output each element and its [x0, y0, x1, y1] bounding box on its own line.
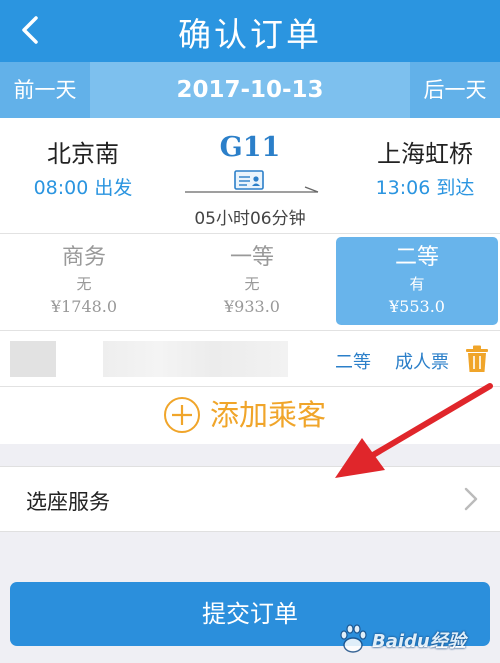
plus-circle-icon	[164, 397, 200, 433]
watermark-text: Baidu经验	[372, 631, 466, 652]
seat-availability: 无	[244, 275, 260, 293]
current-date: 2017-10-13	[90, 62, 410, 118]
seat-availability: 有	[409, 275, 425, 293]
seat-price: ¥933.0	[224, 297, 280, 316]
seat-service-row[interactable]: 选座服务	[0, 466, 500, 532]
redacted-passenger-id	[103, 341, 288, 377]
departure-time: 08:00 出发	[33, 177, 133, 199]
add-passenger-label: 添加乘客	[210, 398, 327, 432]
seat-option-business[interactable]: 商务 无 ¥1748.0	[4, 237, 164, 325]
seat-availability: 无	[76, 275, 92, 293]
seat-price: ¥1748.0	[50, 297, 118, 316]
seat-price: ¥553.0	[389, 297, 445, 316]
seat-service-label: 选座服务	[26, 490, 110, 514]
train-number: G11	[219, 132, 281, 163]
seat-option-second-class[interactable]: 二等 有 ¥553.0	[336, 237, 498, 325]
add-passenger-button[interactable]: 添加乘客	[0, 386, 500, 444]
seat-name: 一等	[229, 245, 274, 270]
date-bar: 前一天 2017-10-13 后一天	[0, 62, 500, 118]
departure-station: 北京南 08:00 出发	[8, 134, 158, 200]
chevron-right-icon	[464, 487, 478, 511]
arrival-station-name: 上海虹桥	[377, 140, 473, 168]
train-info: 北京南 08:00 出发 G11 05小时06分钟 上海虹桥 13:06 到达	[0, 118, 500, 233]
seat-class-selector: 商务 无 ¥1748.0 一等 无 ¥933.0 二等 有 ¥553.0	[0, 233, 500, 330]
trip-duration: 05小时06分钟	[194, 209, 306, 229]
page-title: 确认订单	[178, 15, 322, 54]
arrival-time: 13:06 到达	[375, 177, 475, 199]
route-line-arrow	[185, 186, 319, 193]
arrival-station: 上海虹桥 13:06 到达	[350, 134, 500, 200]
redacted-passenger-name	[10, 341, 56, 377]
seat-name: 二等	[394, 245, 439, 270]
baidu-watermark: Baidu经验	[334, 619, 494, 659]
passenger-ticket-type[interactable]: 成人票	[395, 348, 449, 374]
passenger-row[interactable]: 二等 成人票	[0, 330, 500, 386]
prev-day-button[interactable]: 前一天	[0, 62, 90, 118]
next-day-button[interactable]: 后一天	[410, 62, 500, 118]
seat-name: 商务	[61, 245, 106, 270]
trash-icon[interactable]	[465, 345, 489, 373]
passenger-seat-class[interactable]: 二等	[335, 348, 371, 374]
departure-station-name: 北京南	[47, 140, 119, 168]
header-bar: 确认订单	[0, 0, 500, 62]
baidu-paw-icon	[340, 624, 367, 653]
seat-option-first-class[interactable]: 一等 无 ¥933.0	[172, 237, 332, 325]
